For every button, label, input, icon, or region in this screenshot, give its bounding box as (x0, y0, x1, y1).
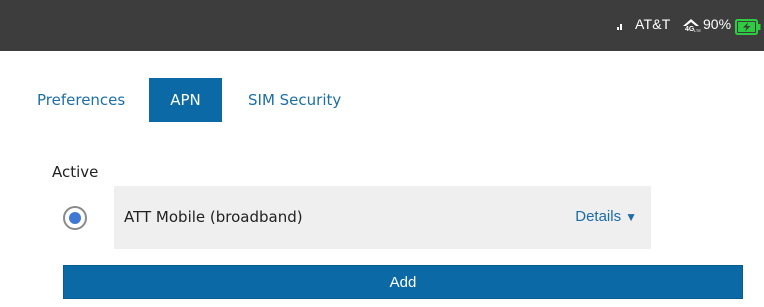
caret-down-icon: ▼ (625, 210, 637, 224)
battery-percentage: 90% (703, 16, 732, 32)
carrier-name: AT&T (635, 16, 671, 32)
battery-charging-icon (735, 19, 761, 35)
details-link[interactable]: Details ▼ (575, 208, 637, 225)
svg-text:LTE: LTE (694, 28, 701, 33)
signal-strength-icon (617, 20, 625, 30)
apn-row: ATT Mobile (broadband) Details ▼ (52, 186, 752, 249)
details-label: Details (575, 208, 622, 225)
active-section-label: Active (52, 163, 99, 181)
tab-sim-security[interactable]: SIM Security (248, 78, 341, 122)
radio-selected-dot (69, 212, 81, 224)
apn-name: ATT Mobile (broadband) (124, 208, 303, 226)
status-bar: AT&T 4G LTE 90% (0, 0, 764, 51)
tab-apn[interactable]: APN (149, 78, 222, 122)
apn-radio-button[interactable] (63, 206, 87, 230)
add-button[interactable]: Add (63, 265, 743, 299)
apn-name-cell: ATT Mobile (broadband) Details ▼ (114, 186, 651, 249)
4g-lte-icon: 4G LTE (683, 19, 701, 33)
tab-preferences[interactable]: Preferences (37, 78, 125, 122)
apn-radio-cell (52, 186, 114, 249)
